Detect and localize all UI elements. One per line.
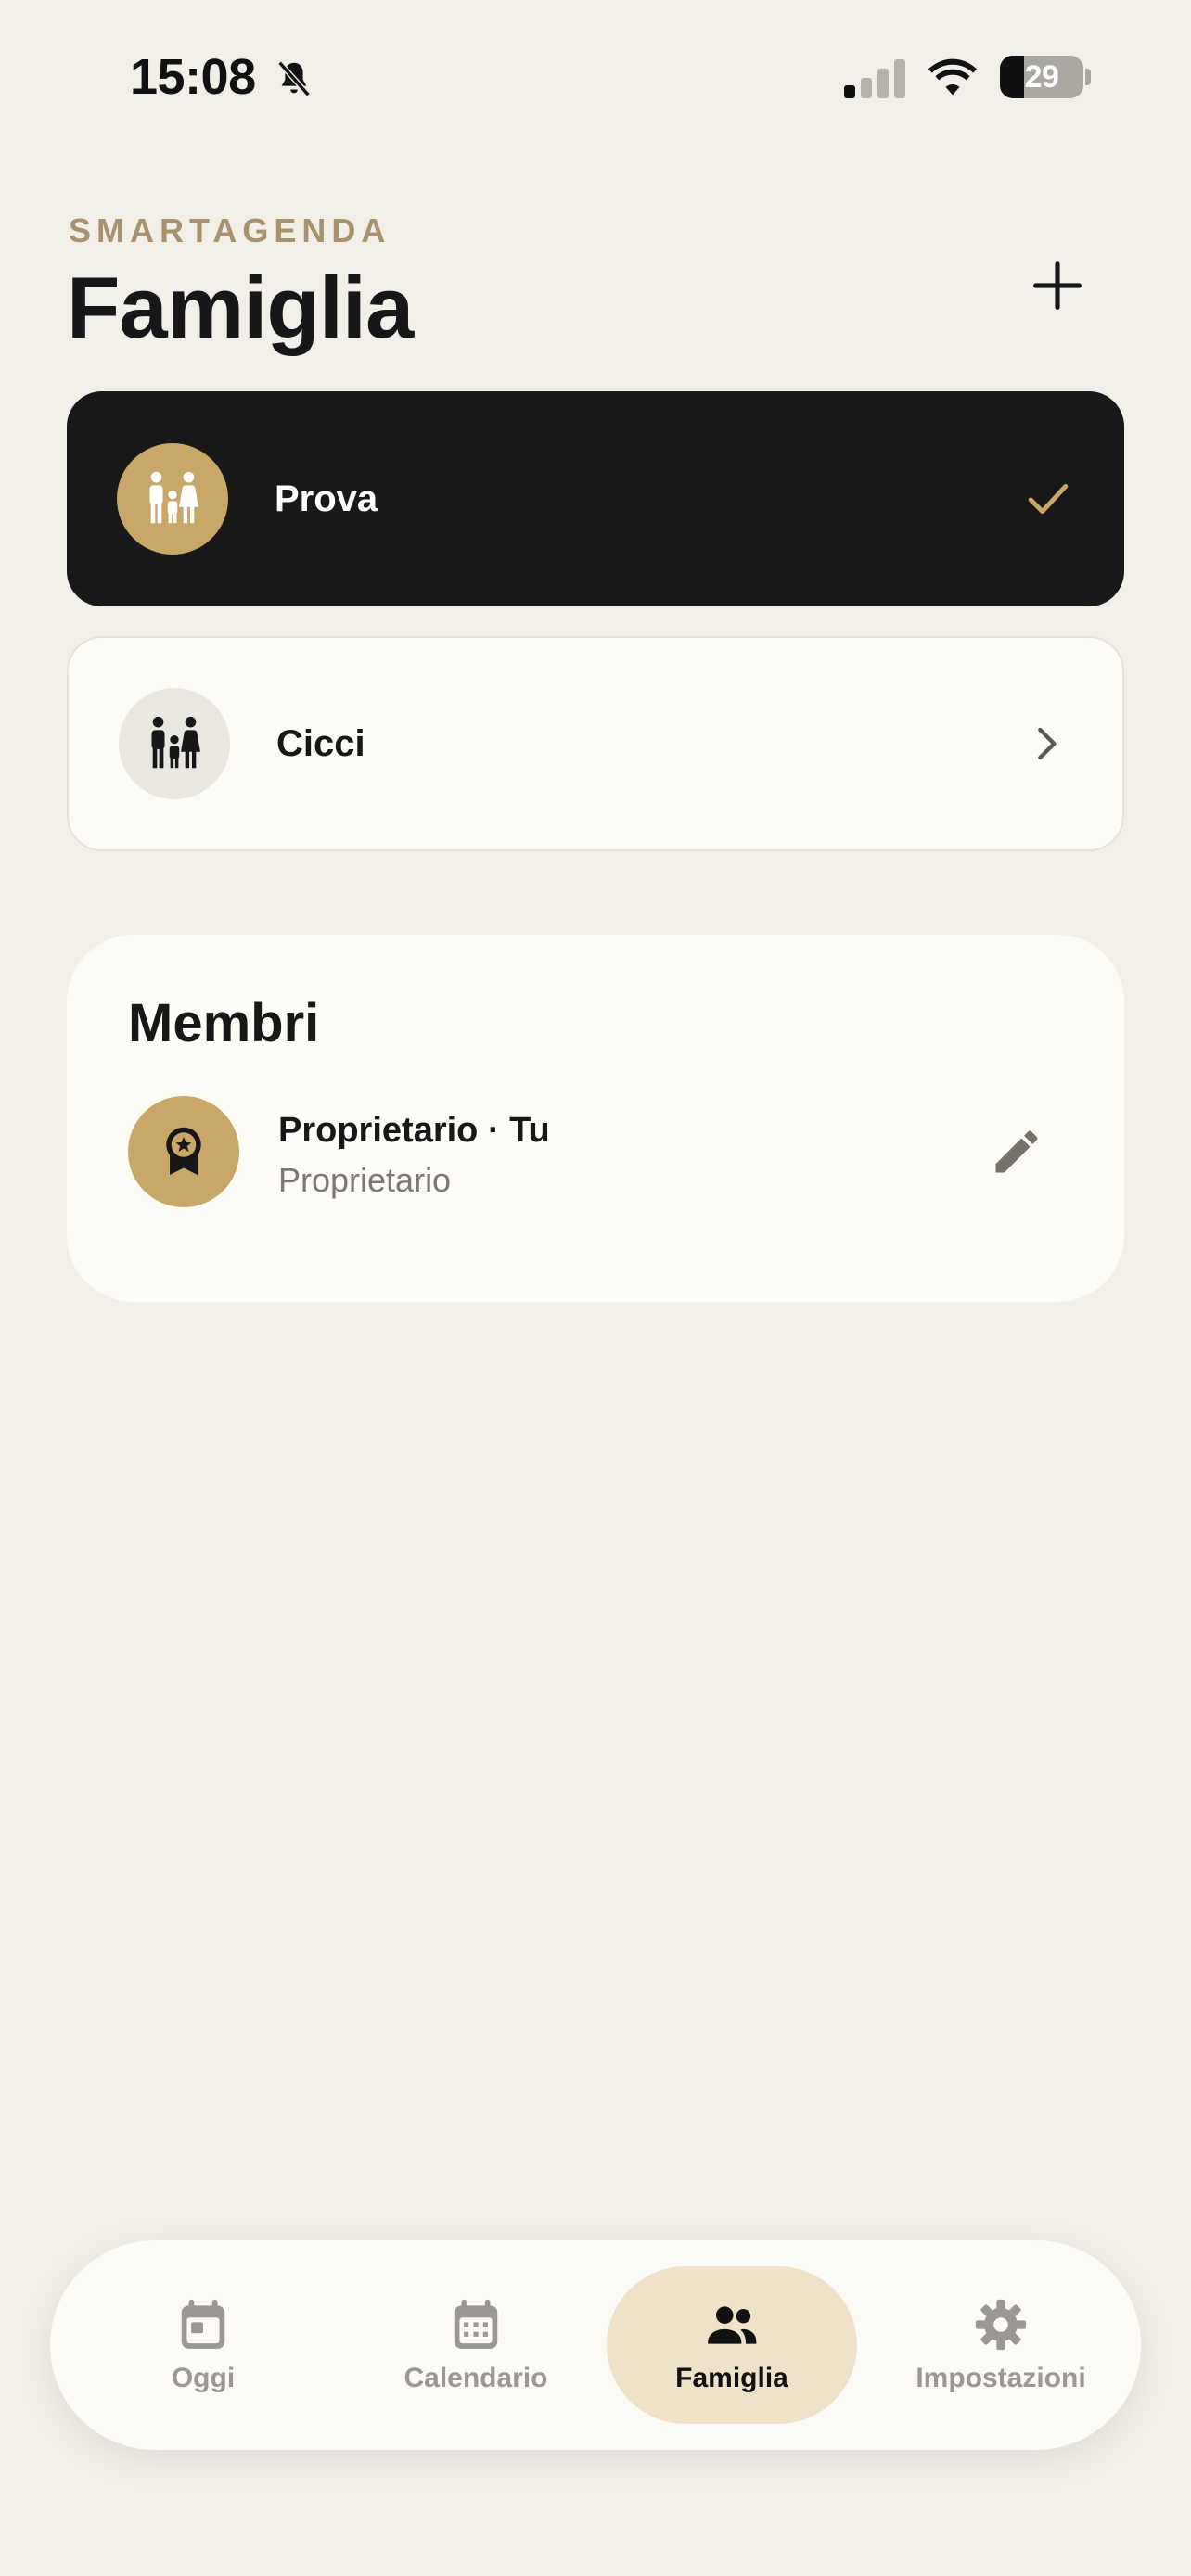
people-icon — [708, 2306, 757, 2344]
family-name: Prova — [275, 478, 378, 519]
gear-icon — [975, 2299, 1027, 2351]
tab-famiglia[interactable]: Famiglia — [607, 2266, 857, 2424]
status-time: 15:08 — [130, 49, 256, 105]
family-icon — [151, 716, 200, 769]
battery-percent: 29 — [1024, 58, 1059, 95]
tab-label: Famiglia — [675, 2363, 788, 2393]
calendar-grid-icon — [454, 2299, 498, 2349]
tab-label: Calendario — [403, 2363, 548, 2393]
owner-badge-icon — [166, 1127, 201, 1175]
tab-label: Impostazioni — [916, 2363, 1086, 2393]
battery-indicator: 29 — [1000, 56, 1083, 98]
wifi-icon — [928, 58, 978, 96]
chevron-right-icon — [1038, 727, 1057, 760]
members-title: Membri — [128, 993, 320, 1053]
family-avatar — [117, 443, 228, 555]
tab-calendario[interactable]: Calendario — [351, 2266, 601, 2424]
member-name: Proprietario · Tu — [278, 1111, 550, 1150]
tab-impostazioni[interactable]: Impostazioni — [876, 2266, 1126, 2424]
member-avatar — [128, 1096, 239, 1207]
tab-oggi[interactable]: Oggi — [78, 2266, 328, 2424]
members-card: Membri Proprietario · Tu Proprietario — [67, 935, 1124, 1302]
open-indicator — [1020, 718, 1072, 770]
page-title: Famiglia — [67, 259, 414, 356]
tab-label: Oggi — [171, 2363, 236, 2393]
app-eyebrow: SMARTAGENDA — [69, 211, 391, 249]
pencil-icon — [995, 1130, 1038, 1173]
battery-tip — [1085, 69, 1091, 85]
member-row[interactable]: Proprietario · Tu Proprietario — [128, 1096, 1065, 1211]
family-name: Cicci — [276, 722, 365, 764]
plus-icon — [1033, 261, 1082, 310]
family-card-prova[interactable]: Prova — [67, 391, 1124, 606]
family-card-cicci[interactable]: Cicci — [67, 636, 1124, 851]
checkmark-icon — [1028, 483, 1069, 515]
family-avatar — [119, 688, 230, 799]
cellular-signal-icon — [844, 59, 905, 98]
add-family-button[interactable] — [1031, 260, 1083, 312]
bell-slash-icon — [277, 60, 311, 97]
edit-member-button[interactable] — [989, 1124, 1044, 1180]
family-icon — [149, 471, 198, 524]
member-role: Proprietario — [278, 1161, 452, 1199]
selected-indicator — [1022, 473, 1074, 525]
today-calendar-icon — [181, 2299, 225, 2349]
screen: 15:08 29 SMARTAGENDA Famiglia Prova Cicc… — [0, 0, 1191, 2576]
tab-bar: Oggi Calendario Famiglia Impostazioni — [50, 2240, 1141, 2450]
